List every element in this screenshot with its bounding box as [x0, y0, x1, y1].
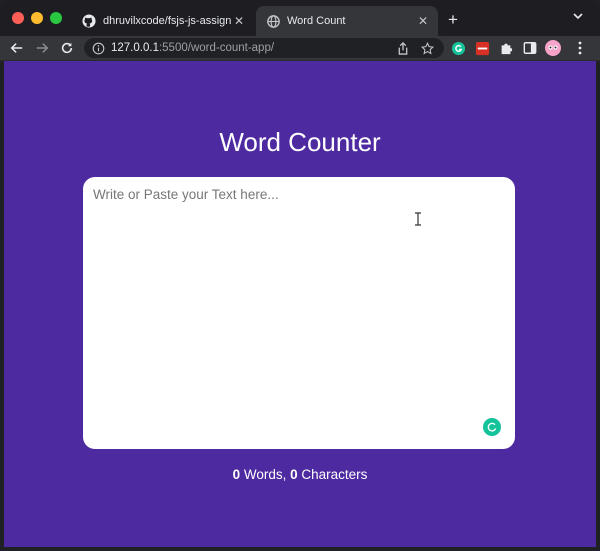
info-icon[interactable]	[92, 42, 106, 55]
reload-icon[interactable]	[58, 39, 76, 57]
globe-icon	[266, 14, 280, 28]
tab-label: dhruvilxcode/fsjs-js-assignment	[103, 15, 232, 27]
tab-strip: dhruvilxcode/fsjs-js-assignment ✕ Word C…	[0, 0, 600, 36]
grammarly-widget-icon[interactable]	[483, 418, 501, 436]
tab-word-count[interactable]: Word Count ✕	[256, 6, 438, 36]
minimize-window-button[interactable]	[31, 12, 43, 24]
word-character-counter: 0 Words, 0 Characters	[4, 467, 596, 482]
puzzle-extensions-icon[interactable]	[498, 40, 514, 56]
github-icon	[82, 14, 96, 28]
bookmark-star-icon[interactable]	[420, 41, 434, 55]
tab-github[interactable]: dhruvilxcode/fsjs-js-assignment ✕	[72, 6, 254, 36]
new-tab-icon[interactable]: +	[445, 10, 461, 30]
text-cursor-icon	[414, 212, 422, 231]
grammarly-extension-icon[interactable]	[450, 40, 466, 56]
back-arrow-icon[interactable]	[8, 39, 26, 57]
browser-toolbar: 127.0.0.1:5500/word-count-app/	[0, 36, 600, 61]
address-bar[interactable]: 127.0.0.1:5500/word-count-app/	[84, 38, 444, 58]
chevron-down-icon[interactable]	[573, 12, 583, 23]
more-menu-icon[interactable]	[572, 40, 588, 56]
browser-window: dhruvilxcode/fsjs-js-assignment ✕ Word C…	[0, 0, 600, 551]
text-input[interactable]	[83, 177, 515, 449]
red-extension-icon[interactable]	[474, 40, 490, 56]
close-icon[interactable]: ✕	[416, 14, 430, 28]
page-content: Word Counter 0 Words, 0 Characters	[4, 61, 596, 547]
page-title: Word Counter	[219, 127, 381, 157]
forward-arrow-icon[interactable]	[33, 39, 51, 57]
tab-label: Word Count	[287, 15, 346, 27]
url-path: :5500/word-count-app/	[158, 42, 275, 54]
characters-label: Characters	[297, 467, 368, 482]
words-label: Words,	[240, 467, 291, 482]
word-count: 0	[232, 467, 241, 482]
close-window-button[interactable]	[12, 12, 24, 24]
url-host: 127.0.0.1	[111, 42, 159, 54]
side-panel-icon[interactable]	[522, 40, 538, 56]
close-icon[interactable]: ✕	[232, 14, 246, 28]
maximize-window-button[interactable]	[50, 12, 62, 24]
profile-avatar[interactable]	[545, 40, 561, 56]
character-count: 0	[290, 467, 298, 482]
share-icon[interactable]	[396, 41, 410, 55]
